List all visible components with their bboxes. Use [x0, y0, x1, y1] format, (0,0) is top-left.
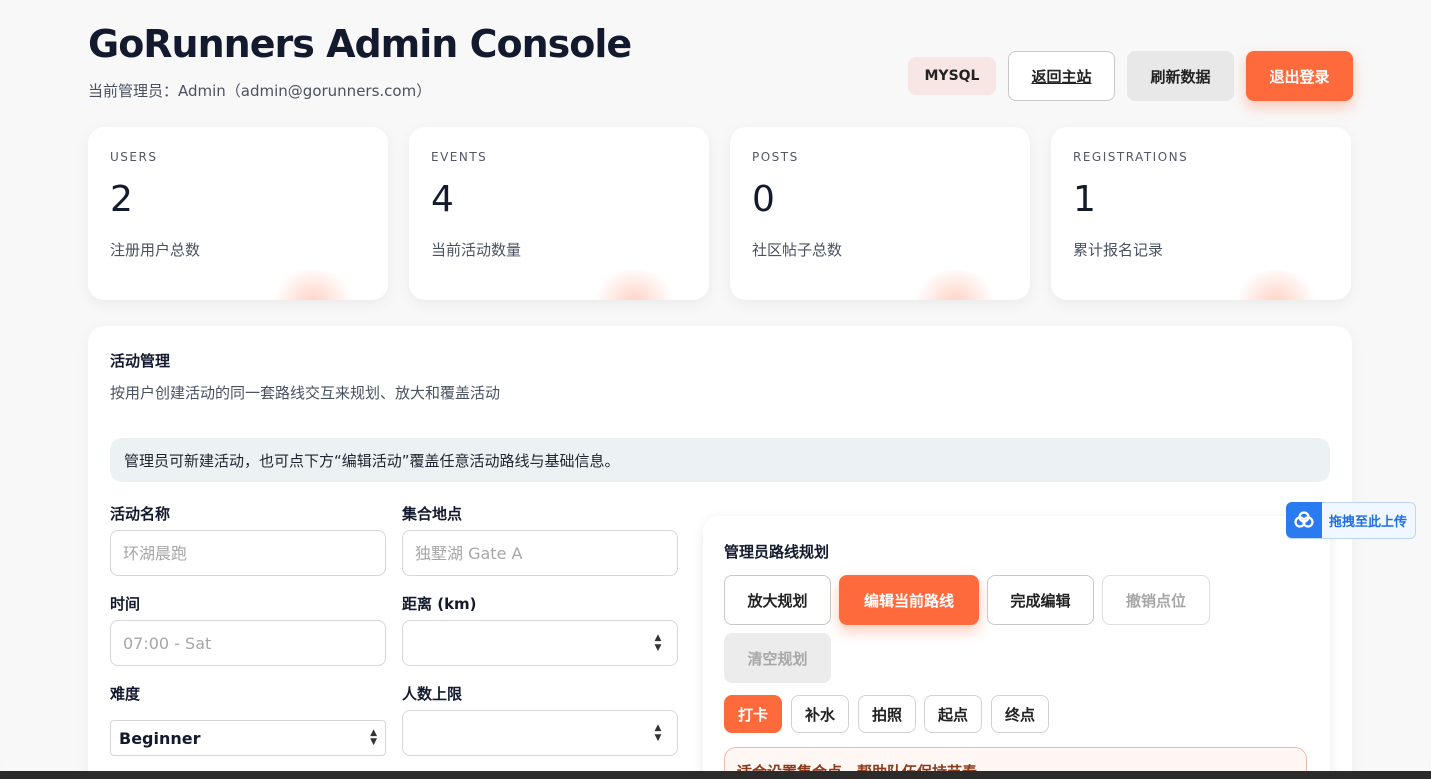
difficulty-selected-value: Beginner: [119, 728, 201, 748]
stat-description: 当前活动数量: [431, 241, 522, 259]
drag-upload-widget[interactable]: 拖拽至此上传: [1286, 502, 1416, 539]
event-name-input[interactable]: [110, 530, 386, 576]
capacity-label: 人数上限: [402, 685, 463, 703]
spinner-arrows-icon[interactable]: ▲ ▼: [653, 723, 663, 743]
stat-value: 4: [431, 179, 454, 220]
distance-number-input[interactable]: ▲ ▼: [402, 620, 678, 666]
chip-start[interactable]: 起点: [924, 695, 982, 733]
stat-description: 注册用户总数: [110, 241, 201, 259]
capacity-number-input[interactable]: ▲ ▼: [402, 710, 678, 756]
back-to-home-button[interactable]: 返回主站: [1008, 51, 1115, 101]
app-title: GoRunners Admin Console: [88, 22, 632, 66]
upload-label: 拖拽至此上传: [1329, 515, 1408, 530]
stat-label: USERS: [110, 150, 158, 164]
card-glow-decoration: [268, 270, 358, 300]
finish-edit-button[interactable]: 完成编辑: [987, 575, 1094, 625]
admin-notice: 管理员可新建活动，也可点下方“编辑活动”覆盖任意活动路线与基础信息。: [110, 438, 1330, 482]
edit-current-route-button[interactable]: 编辑当前路线: [839, 575, 979, 625]
stat-label: POSTS: [752, 150, 799, 164]
card-glow-decoration: [910, 270, 1000, 300]
route-planner-title: 管理员路线规划: [724, 543, 830, 561]
chip-checkin[interactable]: 打卡: [724, 695, 782, 733]
undo-point-button[interactable]: 撤销点位: [1102, 575, 1210, 625]
stat-label: EVENTS: [431, 150, 488, 164]
difficulty-select[interactable]: Beginner ▲ ▼: [110, 720, 386, 756]
admin-page: GoRunners Admin Console 当前管理员：Admin（admi…: [0, 0, 1431, 771]
spinner-arrows-icon[interactable]: ▲ ▼: [653, 633, 663, 653]
point-type-hint: 适合设置集合点，帮助队伍保持节奏: [724, 747, 1307, 771]
panel-subtitle: 按用户创建活动的同一套路线交互来规划、放大和覆盖活动: [110, 384, 501, 402]
window-bottom-edge: [0, 771, 1431, 779]
difficulty-label: 难度: [110, 685, 141, 703]
chip-water[interactable]: 补水: [791, 695, 849, 733]
chip-photo[interactable]: 拍照: [858, 695, 916, 733]
stat-description: 社区帖子总数: [752, 241, 843, 259]
stat-value: 1: [1073, 179, 1096, 220]
database-badge-button[interactable]: MYSQL: [908, 57, 996, 95]
stat-card-users: USERS 2 注册用户总数: [88, 127, 388, 300]
stat-value: 0: [752, 179, 775, 220]
card-glow-decoration: [1231, 270, 1321, 300]
distance-label: 距离 (km): [402, 595, 477, 613]
card-glow-decoration: [589, 270, 679, 300]
select-chevron-icon: ▲ ▼: [370, 728, 377, 747]
stat-card-events: EVENTS 4 当前活动数量: [409, 127, 709, 300]
clear-plan-button[interactable]: 清空规划: [724, 633, 831, 683]
time-input[interactable]: [110, 620, 386, 666]
stat-card-registrations: REGISTRATIONS 1 累计报名记录: [1051, 127, 1351, 300]
logout-button[interactable]: 退出登录: [1246, 51, 1353, 101]
event-name-label: 活动名称: [110, 505, 171, 523]
route-planner-card: 管理员路线规划 放大规划 编辑当前路线 完成编辑 撤销点位 清空规划 打卡 补水…: [703, 516, 1330, 771]
meeting-location-input[interactable]: [402, 530, 678, 576]
refresh-data-button[interactable]: 刷新数据: [1127, 51, 1234, 101]
stat-label: REGISTRATIONS: [1073, 150, 1189, 164]
chip-finish[interactable]: 终点: [991, 695, 1049, 733]
current-admin-line: 当前管理员：Admin（admin@gorunners.com）: [88, 82, 432, 100]
zoom-plan-button[interactable]: 放大规划: [724, 575, 831, 625]
stat-card-posts: POSTS 0 社区帖子总数: [730, 127, 1030, 300]
stat-value: 2: [110, 179, 133, 220]
panel-title: 活动管理: [110, 352, 171, 370]
cloud-upload-icon: [1286, 502, 1322, 538]
time-label: 时间: [110, 595, 141, 613]
stat-description: 累计报名记录: [1073, 241, 1164, 259]
meeting-location-label: 集合地点: [402, 505, 463, 523]
event-management-panel: 活动管理 按用户创建活动的同一套路线交互来规划、放大和覆盖活动 管理员可新建活动…: [88, 326, 1352, 771]
